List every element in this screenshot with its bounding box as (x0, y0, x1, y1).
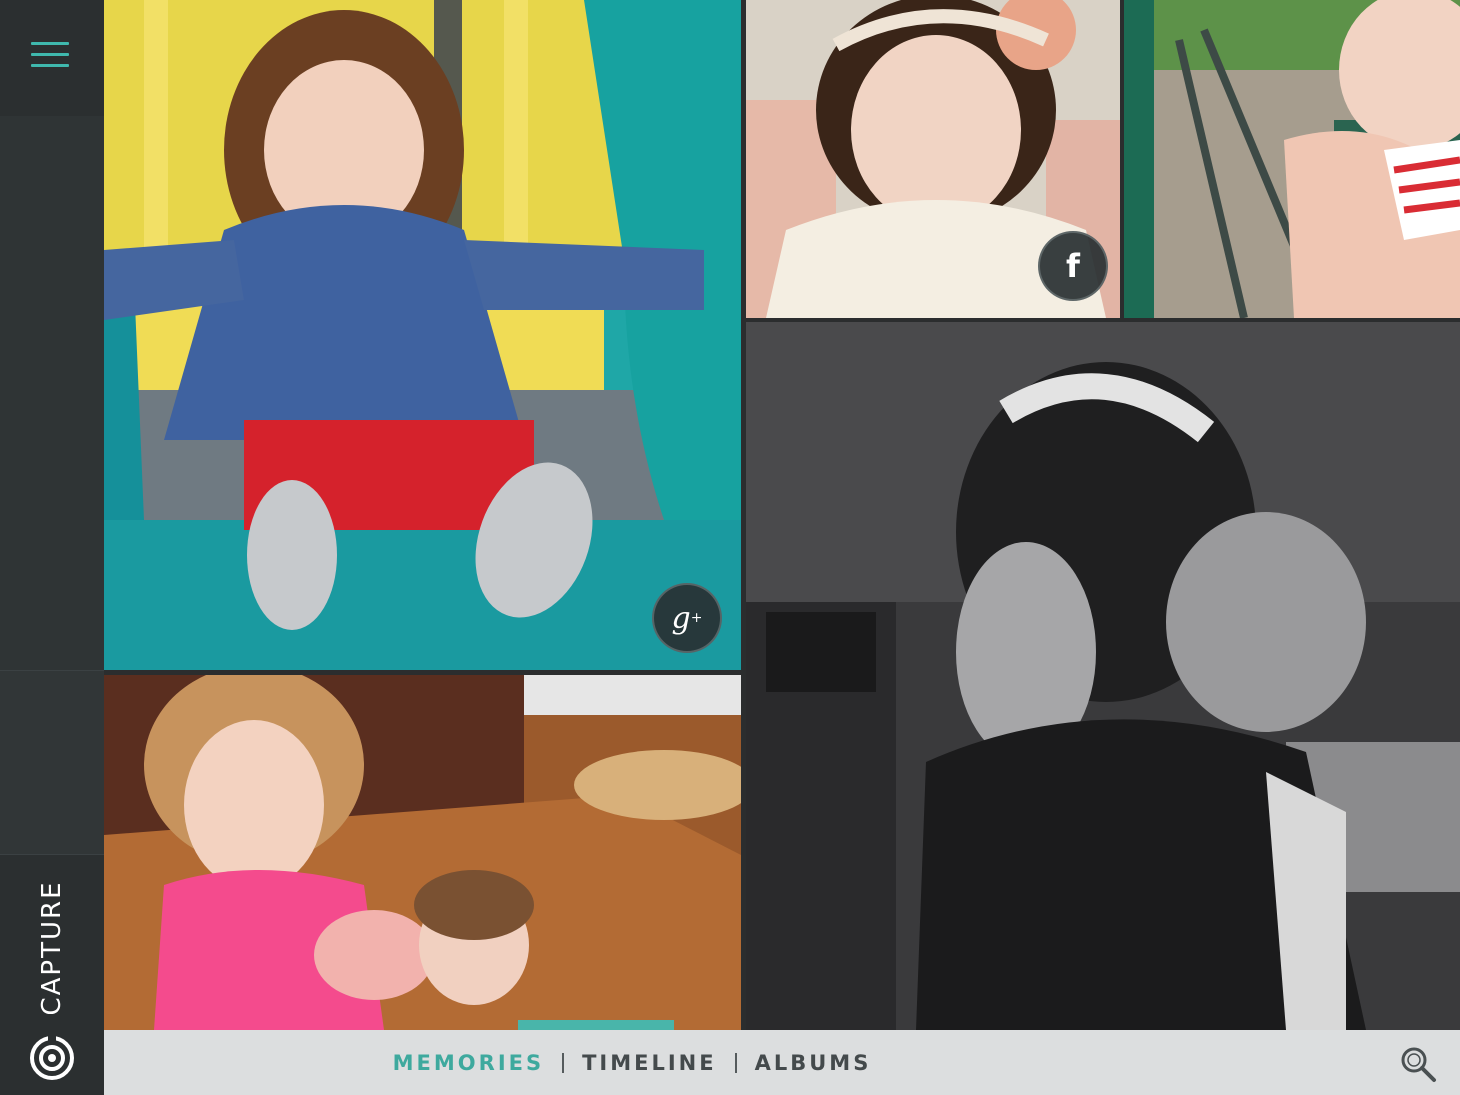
sidebar: CAPTURE (0, 0, 104, 1095)
active-tab-indicator (518, 1020, 674, 1030)
photo-pink-shirt-girls[interactable] (104, 675, 741, 1030)
google-plus-glyph: g (671, 600, 691, 636)
search-icon[interactable] (1398, 1044, 1438, 1084)
sidebar-lower-section (0, 671, 104, 855)
photo-swing-girl-image (1124, 0, 1460, 318)
google-plus-superscript: + (690, 610, 703, 626)
view-tabs: MEMORIES TIMELINE ALBUMS (104, 1030, 1460, 1095)
google-plus-icon[interactable]: g + (652, 583, 722, 653)
sidebar-middle-section (0, 116, 104, 671)
photo-slide-girl-image (104, 0, 741, 670)
photo-pink-shirt-girls-image (104, 675, 741, 1030)
brand-label: CAPTURE (37, 880, 67, 1016)
photo-pigtails-bw[interactable] (746, 322, 1460, 1030)
tab-albums[interactable]: ALBUMS (737, 1051, 890, 1075)
photo-swing-girl[interactable] (1124, 0, 1460, 318)
tab-timeline[interactable]: TIMELINE (564, 1051, 735, 1075)
photo-pigtails-bw-image (746, 322, 1460, 1030)
hamburger-menu-icon[interactable] (25, 36, 73, 76)
photo-slide-girl[interactable] (104, 0, 741, 670)
facebook-icon[interactable]: f (1038, 231, 1108, 301)
bottom-nav-bar: MEMORIES TIMELINE ALBUMS (104, 1020, 1460, 1095)
tab-memories[interactable]: MEMORIES (375, 1051, 562, 1075)
facebook-glyph: f (1066, 247, 1080, 285)
capture-logo-icon[interactable] (28, 1034, 76, 1082)
